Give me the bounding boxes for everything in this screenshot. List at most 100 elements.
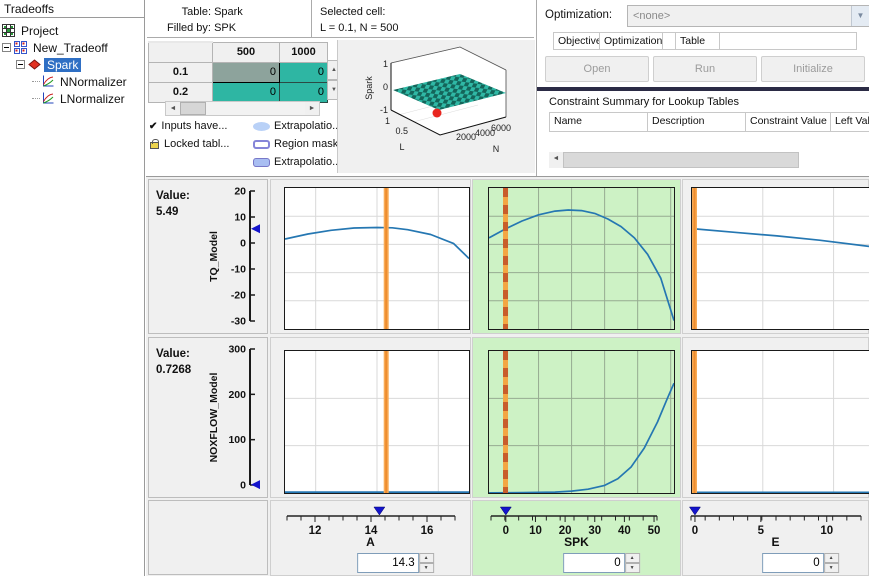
header-description[interactable]: Description xyxy=(648,112,746,132)
table-cell[interactable]: 0 xyxy=(280,82,328,102)
tq-vs-e-chart[interactable] xyxy=(692,188,869,329)
axis-tick-label: -10 xyxy=(231,264,246,276)
spark-diamond-icon xyxy=(28,58,41,71)
value-label: Value: xyxy=(156,346,191,362)
spk-slider-cell: 01020304050 SPK ▲ ▼ xyxy=(472,500,681,576)
legend-label: Extrapolatio... xyxy=(274,120,341,132)
table-cell[interactable]: 0 xyxy=(213,82,280,102)
scroll-left-icon[interactable]: ◄ xyxy=(549,152,563,166)
selected-cell-value: L = 0.1, N = 500 xyxy=(320,20,534,36)
a-value-spinner: ▲ ▼ xyxy=(357,553,434,573)
e-value-spinner: ▲ ▼ xyxy=(762,553,839,573)
tq-vs-a-chart[interactable] xyxy=(285,188,469,329)
tradeoff-window: Tradeoffs Project xyxy=(0,0,869,576)
scrollbar-track[interactable] xyxy=(206,102,305,115)
extrapolation-ellipse-swatch xyxy=(253,122,270,131)
axis-tick-label: 100 xyxy=(228,434,246,446)
axis-title: TQ_Model xyxy=(208,231,220,282)
header-blank[interactable] xyxy=(663,32,676,50)
row-header-0.1[interactable]: 0.1 xyxy=(149,62,213,82)
header-objective[interactable]: Objective xyxy=(553,32,600,50)
tq-model-axis: 20100-10-20-30TQ_Model xyxy=(204,182,266,331)
e-value-input[interactable] xyxy=(762,553,824,573)
axis-title: NOXFLOW_Model xyxy=(208,373,220,463)
table-cell-selected[interactable]: 0 xyxy=(213,62,280,82)
a-slider-cell: 121416 A ▲ ▼ xyxy=(270,500,471,576)
scroll-left-icon[interactable]: ◄ xyxy=(166,102,180,115)
slider-marker[interactable] xyxy=(689,507,700,515)
spk-value-input[interactable] xyxy=(563,553,625,573)
spk-slider[interactable]: 01020304050 xyxy=(486,503,662,537)
tq-model-value-panel: Value: 5.49 20100-10-20-30TQ_Model xyxy=(148,179,268,334)
header-blank[interactable] xyxy=(720,32,857,50)
tree-panel-title: Tradeoffs xyxy=(0,0,144,18)
spinner-down-icon[interactable]: ▼ xyxy=(824,563,839,573)
column-header-500[interactable]: 500 xyxy=(213,42,280,62)
constraint-scrollbar[interactable]: ◄ xyxy=(549,152,799,168)
tq-model-value: 5.49 xyxy=(156,204,190,220)
value-marker[interactable] xyxy=(251,480,260,489)
column-header-1000[interactable]: 1000 xyxy=(280,42,328,62)
header-optimization[interactable]: Optimization xyxy=(600,32,663,50)
a-value-input[interactable] xyxy=(357,553,419,573)
tree-item-nnormalizer[interactable]: NNormalizer xyxy=(32,73,142,90)
region-mask-swatch xyxy=(253,140,270,149)
spinner-down-icon[interactable]: ▼ xyxy=(419,563,434,573)
spinner-down-icon[interactable]: ▼ xyxy=(625,563,640,573)
chart-cell-tq-vs-a xyxy=(270,179,471,334)
tree-item-label: LNormalizer xyxy=(57,92,128,106)
legend-item-region-mask: Region mask xyxy=(253,135,341,153)
chevron-down-icon[interactable]: ▼ xyxy=(851,6,869,26)
tree-item-spark[interactable]: Spark xyxy=(16,56,142,73)
nox-vs-a-chart[interactable] xyxy=(285,351,469,493)
tradeoff-graphs-panel: Value: 5.49 20100-10-20-30TQ_Model Value… xyxy=(146,176,869,576)
e-slider[interactable]: 0510 xyxy=(686,503,866,537)
collapse-expander-icon[interactable] xyxy=(2,43,11,52)
header-name[interactable]: Name xyxy=(549,112,648,132)
collapse-expander-icon[interactable] xyxy=(16,60,25,69)
nox-vs-e-chart[interactable] xyxy=(692,351,869,493)
tree-connector xyxy=(32,81,40,82)
open-button[interactable]: Open xyxy=(545,56,649,82)
scrollbar-thumb[interactable] xyxy=(180,102,206,115)
legend-item-extrapolation-2: Extrapolatio... xyxy=(253,153,341,171)
z-tick: 0 xyxy=(383,82,388,92)
a-slider-label: A xyxy=(271,535,470,549)
axis-tick-label: 300 xyxy=(228,344,246,356)
n-tick: 6000 xyxy=(491,123,511,133)
scrollbar-thumb[interactable] xyxy=(563,152,799,168)
tree-connector xyxy=(32,98,40,99)
optimization-dropdown[interactable]: <none> ▼ xyxy=(627,5,869,27)
surface-plot: 1 0 -1 1 0.5 2000 4000 6000 L N Spark xyxy=(338,40,535,172)
spinner-up-icon[interactable]: ▲ xyxy=(625,553,640,563)
table-cell[interactable]: 0 xyxy=(280,62,328,82)
tree-item-lnormalizer[interactable]: LNormalizer xyxy=(32,90,142,107)
tree-item-project[interactable]: Project xyxy=(2,22,142,39)
surface-plot-panel[interactable]: 1 0 -1 1 0.5 2000 4000 6000 L N Spark xyxy=(337,40,535,173)
slider-marker[interactable] xyxy=(374,507,385,515)
selected-point-marker[interactable] xyxy=(433,109,442,118)
tree-item-new-tradeoff[interactable]: New_Tradeoff xyxy=(2,39,142,56)
z-axis-label: Spark xyxy=(364,76,374,100)
table-horizontal-scrollbar[interactable]: ◄ ► xyxy=(165,101,320,116)
value-label: Value: xyxy=(156,188,190,204)
legend-label: Extrapolatio... xyxy=(274,156,341,168)
value-marker[interactable] xyxy=(251,224,260,233)
spinner-up-icon[interactable]: ▲ xyxy=(419,553,434,563)
run-button[interactable]: Run xyxy=(653,56,757,82)
header-constraint-value[interactable]: Constraint Value xyxy=(746,112,831,132)
noxflow-model-value: 0.7268 xyxy=(156,362,191,378)
slider-marker[interactable] xyxy=(500,507,511,515)
optimization-buttons: Open Run Initialize xyxy=(545,56,865,82)
a-slider[interactable]: 121416 xyxy=(282,503,460,537)
scroll-right-icon[interactable]: ► xyxy=(305,102,319,115)
nox-vs-spk-chart[interactable] xyxy=(489,351,674,493)
header-table[interactable]: Table xyxy=(676,32,720,50)
spinner-up-icon[interactable]: ▲ xyxy=(824,553,839,563)
tq-vs-spk-chart[interactable] xyxy=(489,188,674,329)
initialize-button[interactable]: Initialize xyxy=(761,56,865,82)
row-header-0.2[interactable]: 0.2 xyxy=(149,82,213,102)
header-left-value[interactable]: Left Value xyxy=(831,112,869,132)
optimization-panel: Optimization: <none> ▼ Objective Optimiz… xyxy=(536,0,869,176)
selected-cell-label: Selected cell: xyxy=(320,4,534,20)
